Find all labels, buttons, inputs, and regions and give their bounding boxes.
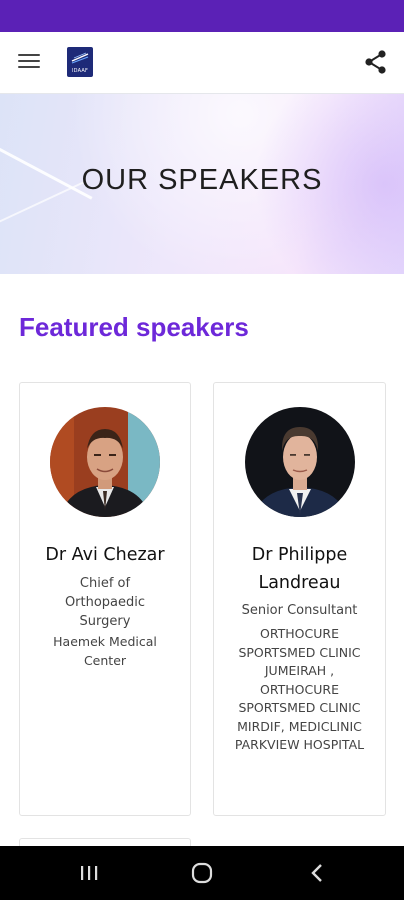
hero-banner: OUR SPEAKERS bbox=[0, 94, 404, 274]
system-navigation-bar bbox=[0, 846, 404, 900]
speaker-role: Chief of Orthopaedic Surgery bbox=[64, 576, 146, 629]
recent-apps-icon[interactable] bbox=[74, 859, 104, 887]
hero-title: OUR SPEAKERS bbox=[81, 164, 323, 196]
app-logo[interactable]: IDAAF bbox=[67, 47, 93, 77]
section-title: Featured speakers bbox=[19, 312, 249, 342]
app-header: IDAAF bbox=[0, 32, 404, 94]
speaker-photo bbox=[50, 407, 160, 517]
speaker-name: Dr Philippe Landreau bbox=[251, 545, 348, 593]
back-icon[interactable] bbox=[302, 859, 332, 887]
status-bar bbox=[0, 0, 404, 32]
logo-text: IDAAF bbox=[71, 68, 89, 74]
speaker-card[interactable]: Dr Avi Chezar Chief of Orthopaedic Surge… bbox=[19, 382, 191, 816]
speaker-organization: ORTHOCURE SPORTSMED CLINIC JUMEIRAH , OR… bbox=[234, 626, 365, 752]
logo-emblem-icon bbox=[71, 52, 89, 64]
speaker-card[interactable]: Dr Philippe Landreau Senior Consultant O… bbox=[213, 382, 386, 816]
home-icon[interactable] bbox=[187, 859, 217, 887]
hamburger-menu-icon[interactable] bbox=[18, 50, 46, 74]
share-icon[interactable] bbox=[362, 48, 390, 76]
speaker-photo bbox=[244, 407, 355, 517]
speaker-organization: Haemek Medical Center bbox=[53, 634, 157, 668]
speaker-name: Dr Avi Chezar bbox=[45, 545, 165, 565]
speaker-role: Senior Consultant bbox=[241, 603, 358, 618]
